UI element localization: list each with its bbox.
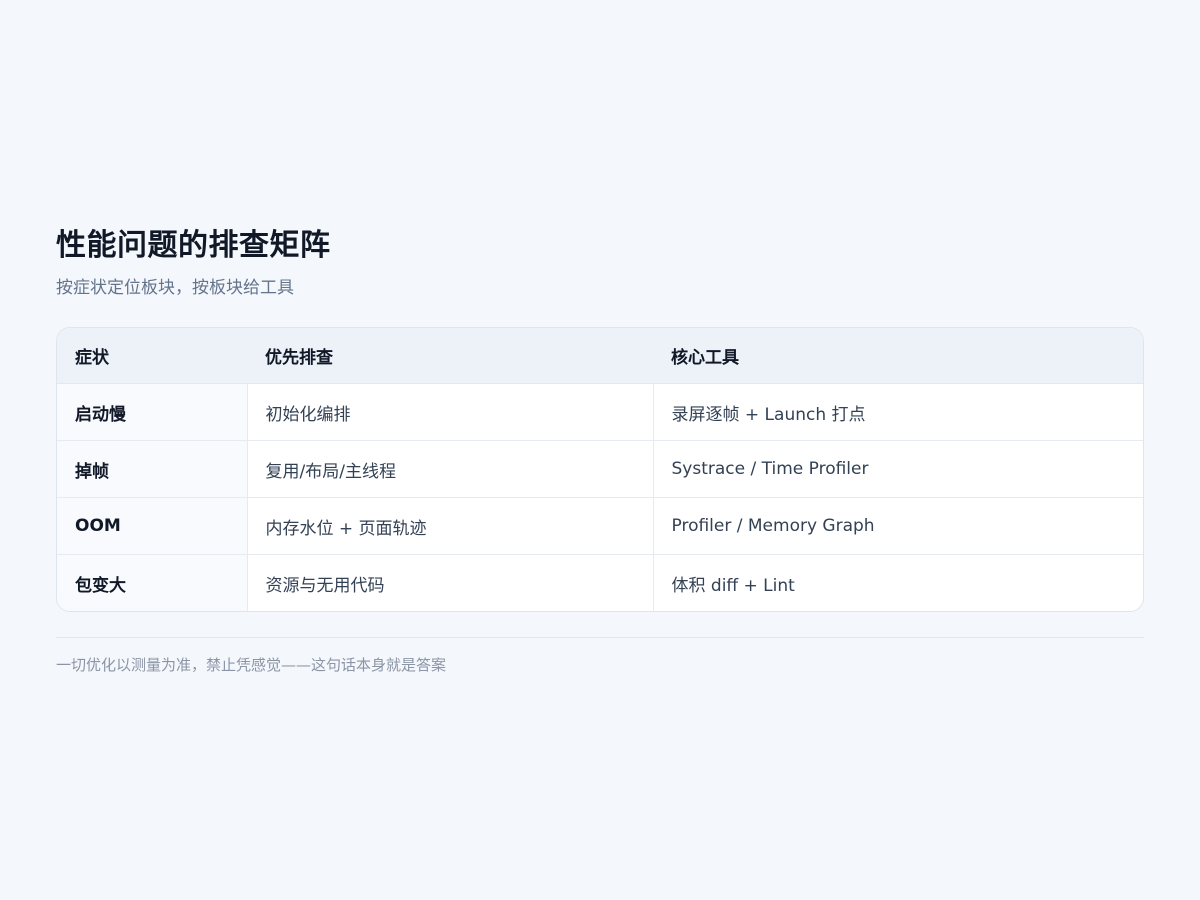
priority-cell: 资源与无用代码 (247, 554, 654, 611)
table-header-row: 症状 优先排查 核心工具 (57, 328, 1143, 384)
priority-cell: 初始化编排 (247, 383, 654, 441)
tools-cell: 体积 diff + Lint (671, 575, 795, 596)
footer-note: 一切优化以测量为准，禁止凭感觉——这句话本身就是答案 (56, 656, 447, 674)
matrix-table-card: 症状 优先排查 核心工具 启动慢 初始化编排 录屏逐帧 + Launch 打点 … (56, 327, 1144, 612)
page-title: 性能问题的排查矩阵 (56, 228, 331, 263)
table-row: OOM 内存水位 + 页面轨迹 Profiler / Memory Graph (57, 497, 1143, 555)
tools-cell: Systrace / Time Profiler (653, 440, 1143, 498)
priority-cell: 复用/布局/主线程 (247, 440, 654, 498)
table-row: 掉帧 复用/布局/主线程 Systrace / Time Profiler (57, 440, 1143, 498)
footer-divider (56, 637, 1144, 638)
table-row: 启动慢 初始化编排 录屏逐帧 + Launch 打点 (57, 383, 1143, 441)
header-priority: 优先排查 (247, 328, 653, 384)
symptom-cell: 包变大 (57, 554, 248, 611)
symptom-cell: 启动慢 (57, 383, 248, 441)
header-symptom: 症状 (57, 328, 247, 384)
tools-cell: 录屏逐帧 + Launch 打点 (653, 383, 1143, 441)
symptom-cell: OOM (57, 497, 248, 555)
page-content: 性能问题的排查矩阵 按症状定位板块，按板块给工具 症状 优先排查 核心工具 启动… (56, 226, 1144, 675)
table-row: 包变大 资源与无用代码 体积 diff + Lint (57, 554, 1143, 611)
tools-cell: Profiler / Memory Graph (653, 497, 1143, 555)
priority-cell: 内存水位 + 页面轨迹 (247, 497, 654, 555)
symptom-cell: 掉帧 (57, 440, 248, 498)
header-tools: 核心工具 (653, 328, 1143, 384)
matrix-table: 症状 优先排查 核心工具 启动慢 初始化编排 录屏逐帧 + Launch 打点 … (57, 328, 1143, 611)
page-subtitle: 按症状定位板块，按板块给工具 (56, 278, 294, 298)
